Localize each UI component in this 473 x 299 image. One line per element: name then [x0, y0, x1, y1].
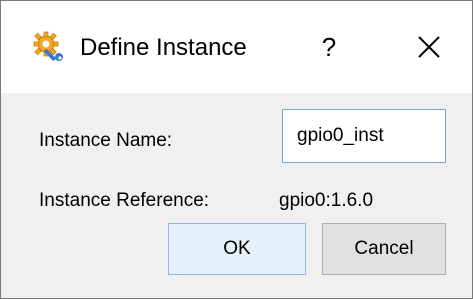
close-icon[interactable]	[411, 29, 447, 65]
instance-reference-label: Instance Reference:	[39, 190, 210, 211]
ok-button[interactable]: OK	[168, 223, 306, 275]
title-bar: Define Instance ?	[1, 1, 472, 93]
instance-name-label: Instance Name:	[39, 130, 173, 151]
help-button[interactable]: ?	[313, 27, 345, 67]
wrench-gear-icon	[33, 31, 63, 61]
define-instance-dialog: Define Instance ? Instance Name: Instanc…	[0, 0, 473, 299]
instance-name-input[interactable]	[282, 109, 446, 163]
dialog-title: Define Instance	[80, 34, 247, 61]
instance-reference-value: gpio0:1.6.0	[279, 190, 374, 211]
cancel-button[interactable]: Cancel	[322, 223, 446, 275]
